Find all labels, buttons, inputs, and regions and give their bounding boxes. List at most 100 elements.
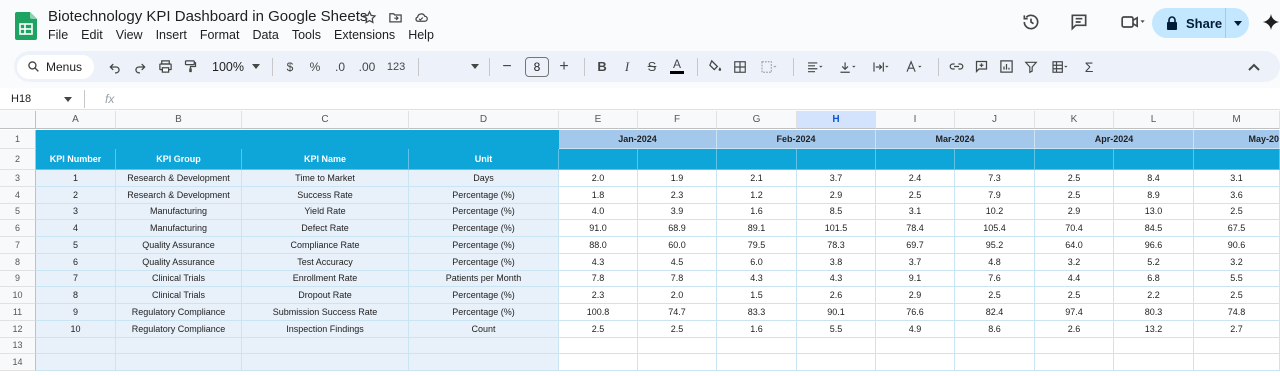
kpi-value-cell[interactable]: 4.3	[559, 253, 638, 271]
header-blank-cell[interactable]	[36, 130, 559, 149]
kpi-value-cell[interactable]: 2.2	[1114, 287, 1194, 304]
empty-cell[interactable]	[242, 354, 409, 371]
filter-icon[interactable]	[1020, 56, 1042, 78]
undo-icon[interactable]	[104, 56, 126, 78]
collapse-toolbar-icon[interactable]	[1243, 56, 1265, 78]
kpi-group-cell[interactable]: Clinical Trials	[116, 287, 242, 304]
comments-icon[interactable]	[1068, 11, 1090, 33]
borders-icon[interactable]	[729, 56, 751, 78]
kpi-value-cell[interactable]: 3.2	[1194, 253, 1280, 271]
kpi-unit-cell[interactable]: Percentage (%)	[409, 253, 559, 271]
kpi-value-cell[interactable]: 4.3	[797, 270, 876, 288]
kpi-value-cell[interactable]: 96.6	[1114, 237, 1194, 254]
kpi-number-cell[interactable]: 7	[36, 270, 116, 288]
kpi-value-cell[interactable]: 2.0	[559, 170, 638, 187]
column-header-a[interactable]: A	[36, 111, 116, 129]
kpi-value-cell[interactable]: 4.5	[638, 253, 717, 271]
merge-cells-icon[interactable]	[754, 56, 784, 78]
kpi-value-cell[interactable]: 3.1	[1194, 170, 1280, 187]
font-size-increase-icon[interactable]: +	[553, 56, 575, 78]
kpi-value-cell[interactable]: 2.7	[1194, 320, 1280, 338]
row-header-12[interactable]: 12	[0, 320, 36, 338]
empty-cell[interactable]	[559, 337, 638, 355]
kpi-value-cell[interactable]: 2.5	[559, 320, 638, 338]
empty-cell[interactable]	[1035, 354, 1114, 371]
kpi-number-cell[interactable]: 4	[36, 220, 116, 237]
kpi-value-cell[interactable]: 2.3	[559, 287, 638, 304]
font-size-decrease-icon[interactable]: −	[496, 56, 518, 78]
increase-decimal-button[interactable]: .00	[354, 56, 380, 78]
kpi-header-cell[interactable]: KPI Name	[242, 149, 409, 170]
row-header-8[interactable]: 8	[0, 253, 36, 271]
kpi-value-cell[interactable]: 95.2	[955, 237, 1035, 254]
column-header-h[interactable]: H	[797, 111, 876, 129]
kpi-value-cell[interactable]: 3.9	[638, 203, 717, 221]
column-header-e[interactable]: E	[559, 111, 638, 129]
empty-cell[interactable]	[409, 337, 559, 355]
menu-help[interactable]: Help	[408, 28, 434, 42]
kpi-number-cell[interactable]: 5	[36, 237, 116, 254]
name-box[interactable]: H18	[0, 93, 78, 105]
kpi-value-cell[interactable]: 5.2	[1114, 253, 1194, 271]
kpi-unit-cell[interactable]: Percentage (%)	[409, 186, 559, 204]
row-header-2[interactable]: 2	[0, 149, 36, 170]
column-header-c[interactable]: C	[242, 111, 409, 129]
kpi-value-cell[interactable]: 83.3	[717, 304, 797, 321]
kpi-value-cell[interactable]: 74.8	[1194, 304, 1280, 321]
kpi-number-cell[interactable]: 10	[36, 320, 116, 338]
kpi-value-cell[interactable]: 3.8	[797, 253, 876, 271]
menu-data[interactable]: Data	[252, 28, 278, 42]
share-dropdown[interactable]	[1226, 20, 1249, 26]
menu-view[interactable]: View	[116, 28, 143, 42]
kpi-value-cell[interactable]: 8.5	[797, 203, 876, 221]
column-header-m[interactable]: M	[1194, 111, 1280, 129]
kpi-value-cell[interactable]: 82.4	[955, 304, 1035, 321]
empty-cell[interactable]	[797, 354, 876, 371]
currency-button[interactable]: $	[279, 56, 301, 78]
kpi-value-cell[interactable]: 1.6	[717, 320, 797, 338]
kpi-value-cell[interactable]: 3.1	[876, 203, 955, 221]
empty-cell[interactable]	[1035, 337, 1114, 355]
kpi-header-cell[interactable]: KPI Group	[116, 149, 242, 170]
kpi-value-cell[interactable]: 13.0	[1114, 203, 1194, 221]
empty-cell[interactable]	[955, 337, 1035, 355]
month-header[interactable]: Apr-2024	[1035, 130, 1194, 149]
column-header-f[interactable]: F	[638, 111, 717, 129]
row-header-14[interactable]: 14	[0, 354, 36, 371]
month-subheader-cell[interactable]	[876, 149, 955, 170]
kpi-value-cell[interactable]: 90.6	[1194, 237, 1280, 254]
formula-input[interactable]	[124, 90, 1280, 108]
empty-cell[interactable]	[797, 337, 876, 355]
number-format-button[interactable]: 123	[383, 56, 409, 78]
kpi-value-cell[interactable]: 1.2	[717, 186, 797, 204]
functions-icon[interactable]: Σ	[1078, 56, 1100, 78]
empty-cell[interactable]	[116, 354, 242, 371]
decrease-decimal-button[interactable]: .0	[329, 56, 351, 78]
kpi-unit-cell[interactable]: Patients per Month	[409, 270, 559, 288]
kpi-value-cell[interactable]: 8.6	[955, 320, 1035, 338]
row-header-1[interactable]: 1	[0, 130, 36, 149]
kpi-value-cell[interactable]: 64.0	[1035, 237, 1114, 254]
kpi-name-cell[interactable]: Compliance Rate	[242, 237, 409, 254]
kpi-value-cell[interactable]: 5.5	[1194, 270, 1280, 288]
kpi-value-cell[interactable]: 2.5	[1194, 203, 1280, 221]
month-subheader-cell[interactable]	[797, 149, 876, 170]
kpi-number-cell[interactable]: 9	[36, 304, 116, 321]
kpi-group-cell[interactable]: Quality Assurance	[116, 253, 242, 271]
kpi-value-cell[interactable]: 2.5	[1194, 287, 1280, 304]
empty-cell[interactable]	[242, 337, 409, 355]
kpi-value-cell[interactable]: 69.7	[876, 237, 955, 254]
kpi-value-cell[interactable]: 2.5	[1035, 170, 1114, 187]
kpi-name-cell[interactable]: Inspection Findings	[242, 320, 409, 338]
month-subheader-cell[interactable]	[717, 149, 797, 170]
kpi-value-cell[interactable]: 6.0	[717, 253, 797, 271]
percent-button[interactable]: %	[304, 56, 326, 78]
menu-insert[interactable]: Insert	[156, 28, 187, 42]
cloud-status-icon[interactable]	[413, 9, 429, 25]
kpi-value-cell[interactable]: 3.7	[876, 253, 955, 271]
menu-edit[interactable]: Edit	[81, 28, 103, 42]
menu-format[interactable]: Format	[200, 28, 240, 42]
empty-cell[interactable]	[876, 337, 955, 355]
kpi-value-cell[interactable]: 2.9	[1035, 203, 1114, 221]
kpi-value-cell[interactable]: 2.5	[1035, 287, 1114, 304]
